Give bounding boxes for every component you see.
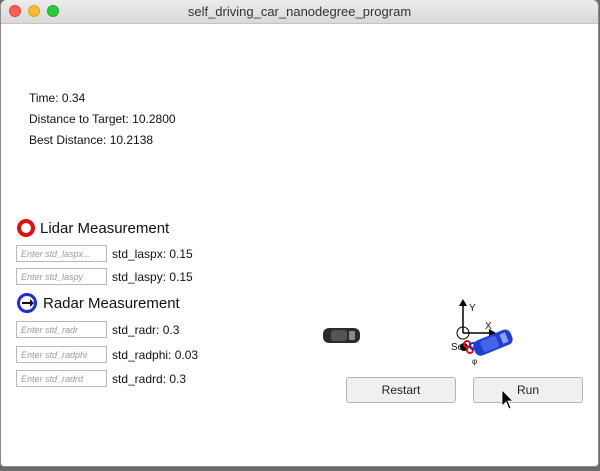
- radar-heading: Radar Measurement: [43, 294, 180, 312]
- axis-y-label: Y: [469, 303, 476, 314]
- std-radrd-label: std_radrd: 0.3: [112, 371, 187, 386]
- axis-x-label: X: [485, 321, 492, 332]
- std-laspy-row: std_laspy: 0.15: [16, 268, 193, 285]
- time-readout: Time: 0.34: [29, 91, 86, 105]
- sensor-label: Se: [451, 342, 464, 353]
- radar-marker-icon: [17, 293, 37, 313]
- std-radr-row: std_radr: 0.3: [16, 321, 179, 338]
- lidar-marker-icon: [17, 219, 35, 237]
- std-radr-input[interactable]: [16, 321, 107, 338]
- std-laspy-label: std_laspy: 0.15: [112, 269, 193, 284]
- title-bar: self_driving_car_nanodegree_program: [1, 0, 598, 24]
- std-radr-label: std_radr: 0.3: [112, 322, 180, 337]
- best-distance-readout: Best Distance: 10.2138: [29, 133, 154, 147]
- std-radphi-label: std_radphi: 0.03: [112, 347, 199, 362]
- distance-to-target-readout: Distance to Target: 10.2800: [29, 112, 176, 126]
- std-laspy-input[interactable]: [16, 268, 107, 285]
- std-radrd-row: std_radrd: 0.3: [16, 370, 186, 387]
- std-laspx-input[interactable]: [16, 245, 107, 262]
- run-button[interactable]: Run: [473, 377, 583, 403]
- radar-section-header: Radar Measurement: [17, 293, 180, 313]
- target-car: [323, 328, 360, 343]
- stats-panel: Time: 0.34 Distance to Target: 10.2800 B…: [29, 88, 176, 151]
- std-radphi-input[interactable]: [16, 346, 107, 363]
- std-radphi-row: std_radphi: 0.03: [16, 346, 198, 363]
- restart-button[interactable]: Restart: [346, 377, 456, 403]
- std-laspx-row: std_laspx: 0.15: [16, 245, 193, 262]
- lidar-heading: Lidar Measurement: [40, 219, 170, 237]
- window-title: self_driving_car_nanodegree_program: [187, 4, 412, 19]
- phi-label: φ: [472, 357, 477, 366]
- std-radrd-input[interactable]: [16, 370, 107, 387]
- lidar-section-header: Lidar Measurement: [17, 219, 169, 237]
- std-laspx-label: std_laspx: 0.15: [112, 246, 193, 261]
- radar-arrow-icon: [22, 299, 34, 307]
